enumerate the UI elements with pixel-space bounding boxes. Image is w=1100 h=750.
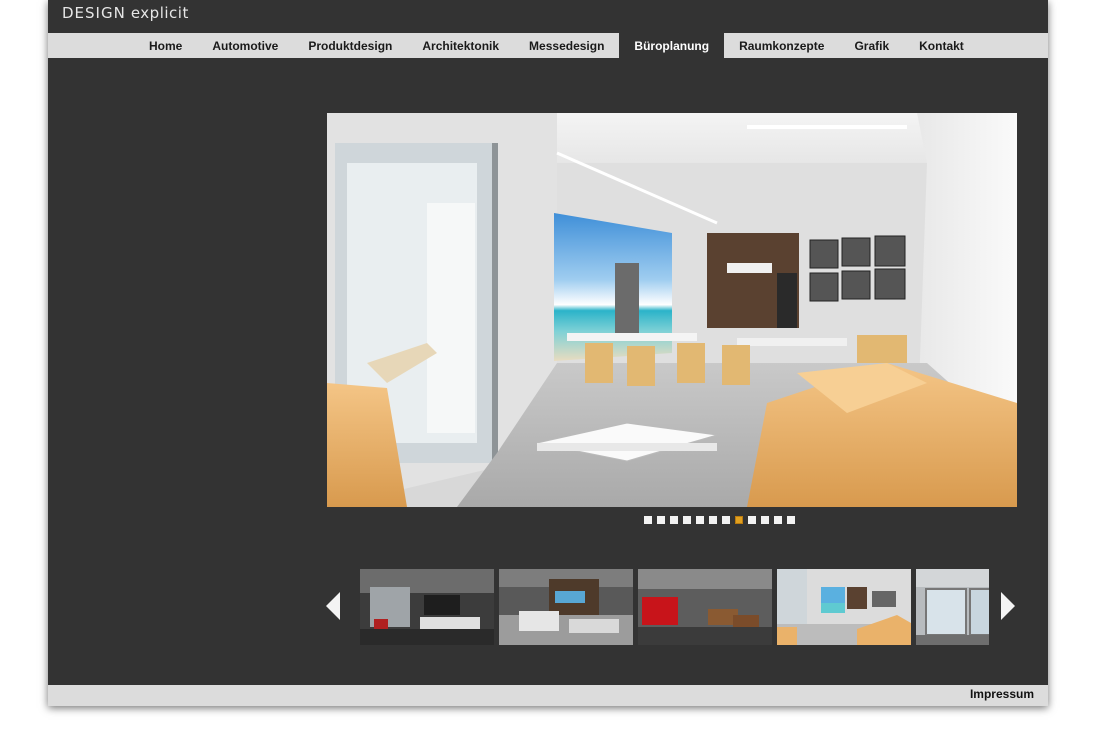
thumb-office-red-cabinet[interactable] xyxy=(638,569,772,645)
slide-dot[interactable] xyxy=(670,516,678,524)
hero-slide-image[interactable] xyxy=(327,113,1017,507)
office-lounge-render xyxy=(327,113,1017,507)
nav-item-kontakt[interactable]: Kontakt xyxy=(904,33,979,58)
nav-item-bueroplanung[interactable]: Büroplanung xyxy=(619,33,725,58)
nav-item-raumkonzepte[interactable]: Raumkonzepte xyxy=(724,33,839,58)
main-nav: Home Automotive Produktdesign Architekto… xyxy=(48,33,1048,58)
thumb-office-beach-lounge[interactable] xyxy=(777,569,911,645)
footer-bar: Impressum xyxy=(48,685,1048,706)
logo-word-design: DESIGN xyxy=(62,4,126,22)
nav-item-home[interactable]: Home xyxy=(134,33,197,58)
slide-dot[interactable] xyxy=(657,516,665,524)
slide-dot[interactable] xyxy=(644,516,652,524)
logo-word-explicit: explicit xyxy=(130,4,189,22)
slide-dot[interactable] xyxy=(735,516,743,524)
impressum-link[interactable]: Impressum xyxy=(970,687,1034,701)
slide-dot[interactable] xyxy=(709,516,717,524)
page-frame: DESIGN explicit Home Automotive Produktd… xyxy=(48,0,1048,706)
slide-dot[interactable] xyxy=(787,516,795,524)
slide-indicator xyxy=(644,516,795,524)
thumb-office-glass-room[interactable] xyxy=(916,569,989,645)
site-logo[interactable]: DESIGN explicit xyxy=(62,4,189,26)
slide-dot[interactable] xyxy=(696,516,704,524)
nav-item-grafik[interactable]: Grafik xyxy=(839,33,904,58)
triangle-right-icon[interactable] xyxy=(999,592,1015,620)
slide-dot[interactable] xyxy=(761,516,769,524)
nav-item-automotive[interactable]: Automotive xyxy=(197,33,293,58)
slide-dot[interactable] xyxy=(683,516,691,524)
triangle-left-icon[interactable] xyxy=(326,592,342,620)
slide-dot[interactable] xyxy=(748,516,756,524)
nav-item-produktdesign[interactable]: Produktdesign xyxy=(293,33,407,58)
thumbnail-strip xyxy=(360,569,989,645)
nav-item-architektonik[interactable]: Architektonik xyxy=(407,33,514,58)
nav-item-messedesign[interactable]: Messedesign xyxy=(514,33,619,58)
slide-dot[interactable] xyxy=(774,516,782,524)
thumb-office-desks[interactable] xyxy=(499,569,633,645)
thumb-office-dark-lounge[interactable] xyxy=(360,569,494,645)
slide-dot[interactable] xyxy=(722,516,730,524)
